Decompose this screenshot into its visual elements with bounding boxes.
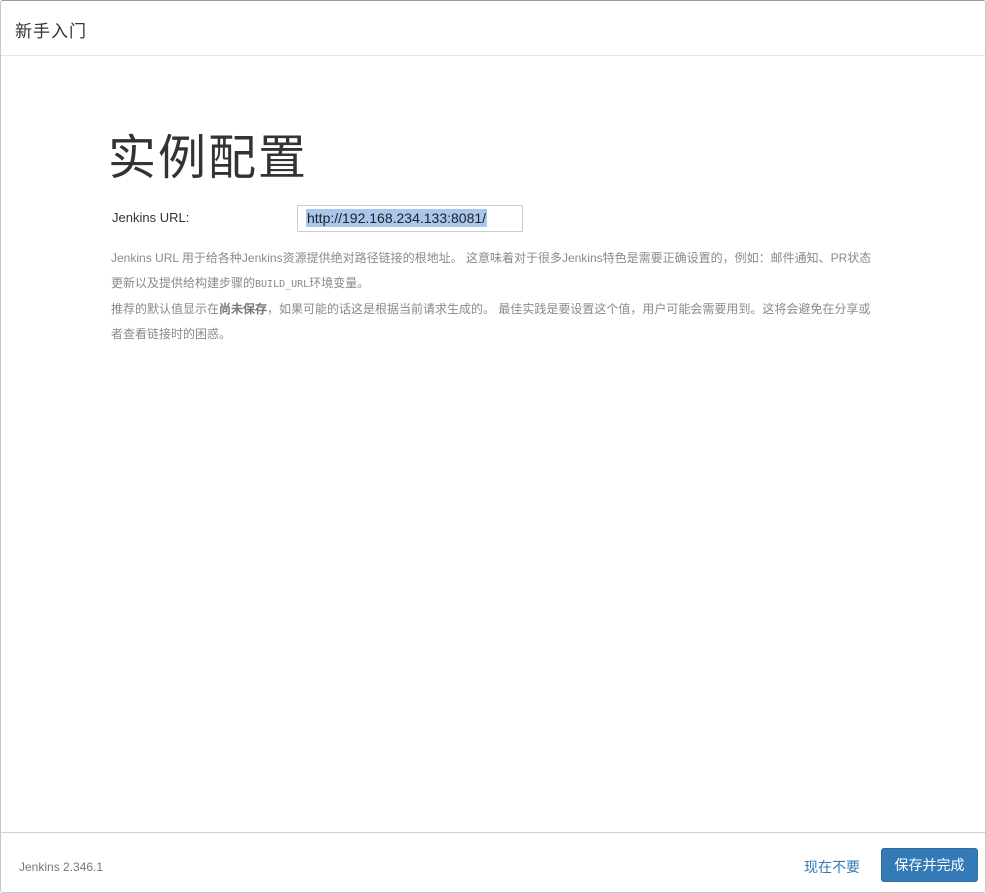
help-text-1a: Jenkins URL 用于给各种Jenkins资源提供绝对路径链接的根地址。 … bbox=[111, 251, 872, 290]
jenkins-url-label: Jenkins URL: bbox=[112, 210, 190, 225]
help-paragraph-1: Jenkins URL 用于给各种Jenkins资源提供绝对路径链接的根地址。 … bbox=[111, 246, 881, 297]
jenkins-url-row: Jenkins URL: http://192.168.234.133:8081… bbox=[111, 205, 881, 235]
dialog-footer: Jenkins 2.346.1 现在不要 保存并完成 bbox=[1, 832, 985, 893]
help-text-2-bold: 尚未保存 bbox=[219, 302, 268, 316]
skip-button[interactable]: 现在不要 bbox=[804, 857, 860, 877]
save-and-finish-button[interactable]: 保存并完成 bbox=[881, 848, 978, 882]
dialog-title: 新手入门 bbox=[15, 22, 87, 41]
help-text-2a: 推荐的默认值显示在 bbox=[111, 302, 220, 316]
jenkins-url-input[interactable]: http://192.168.234.133:8081/ bbox=[297, 205, 523, 232]
jenkins-url-value: http://192.168.234.133:8081/ bbox=[306, 209, 488, 227]
version-label: Jenkins 2.346.1 bbox=[19, 860, 104, 874]
help-paragraph-2: 推荐的默认值显示在尚未保存，如果可能的话这是根据当前请求生成的。 最佳实践是要设… bbox=[111, 297, 881, 347]
page-title: 实例配置 bbox=[108, 132, 309, 185]
help-text: Jenkins URL 用于给各种Jenkins资源提供绝对路径链接的根地址。 … bbox=[111, 246, 881, 347]
help-text-1b: 环境变量。 bbox=[309, 276, 370, 290]
dialog-header: 新手入门 bbox=[1, 1, 985, 56]
build-url-code: BUILD_URL bbox=[255, 279, 310, 290]
setup-dialog: 新手入门 实例配置 Jenkins URL: http://192.168.23… bbox=[0, 0, 986, 893]
